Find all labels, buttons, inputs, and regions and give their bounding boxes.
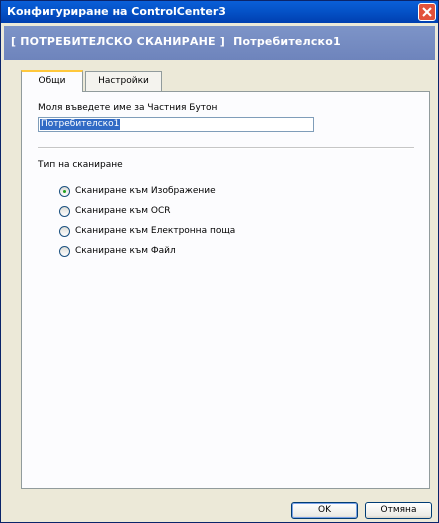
name-label: Моля въведете име за Частния Бутон xyxy=(38,103,218,113)
radio-label: Сканиране към Изображение xyxy=(75,186,216,196)
radio-label: Сканиране към Електронна поща xyxy=(75,226,236,236)
cancel-button[interactable]: Отмяна xyxy=(365,502,432,519)
scan-type-label: Тип на сканиране xyxy=(38,160,123,170)
button-name-value: Потребителско1 xyxy=(40,119,121,130)
header-text: [ ПОТРЕБИТЕЛСКО СКАНИРАНЕ ] Потребителск… xyxy=(11,35,341,48)
window-title: Конфигуриране на ControlCenter3 xyxy=(7,5,226,18)
tab-general[interactable]: Общи xyxy=(21,70,83,92)
radio-checked-icon[interactable] xyxy=(59,186,70,197)
separator xyxy=(38,147,414,149)
radio-label: Сканиране към OCR xyxy=(75,206,171,216)
general-tab-panel: Моля въведете име за Частния Бутон Потре… xyxy=(21,91,430,489)
button-header: [ ПОТРЕБИТЕЛСКО СКАНИРАНЕ ] Потребителск… xyxy=(4,26,435,60)
title-bar[interactable]: Конфигуриране на ControlCenter3 xyxy=(1,1,438,23)
radio-label: Сканиране към Файл xyxy=(75,246,176,256)
button-name-input[interactable]: Потребителско1 xyxy=(38,117,314,132)
radio-unchecked-icon[interactable] xyxy=(59,246,70,257)
radio-unchecked-icon[interactable] xyxy=(59,226,70,237)
close-button[interactable] xyxy=(418,3,436,21)
ok-button[interactable]: OK xyxy=(291,502,358,519)
dialog-window: Конфигуриране на ControlCenter3 [ ПОТРЕБ… xyxy=(0,0,439,523)
close-icon xyxy=(422,7,432,17)
tab-settings[interactable]: Настройки xyxy=(85,71,162,91)
radio-unchecked-icon[interactable] xyxy=(59,206,70,217)
